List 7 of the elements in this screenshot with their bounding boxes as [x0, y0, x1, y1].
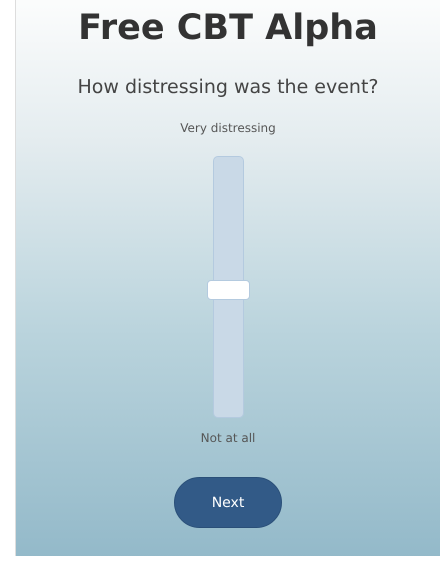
- question-text: How distressing was the event?: [77, 75, 379, 100]
- app-title: Free CBT Alpha: [78, 7, 378, 50]
- slider-track[interactable]: [212, 156, 244, 418]
- scale-bottom-label: Not at all: [200, 430, 256, 446]
- next-button[interactable]: Next: [174, 477, 282, 528]
- scale-top-label: Very distressing: [180, 120, 276, 136]
- slider-thumb[interactable]: [206, 280, 250, 300]
